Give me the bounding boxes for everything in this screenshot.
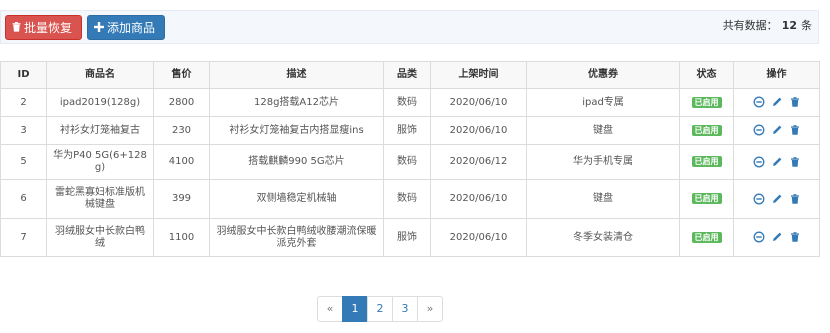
cell-category: 数码 xyxy=(383,88,431,117)
cell-coupon: 冬季女装清仓 xyxy=(526,218,680,257)
batch-restore-button[interactable]: 批量恢复 xyxy=(5,15,82,40)
cell-price: 399 xyxy=(153,179,210,219)
cell-id: 5 xyxy=(0,144,47,180)
cell-coupon: 键盘 xyxy=(526,179,680,219)
cell-category: 服饰 xyxy=(383,116,431,145)
cell-name: 羽绒服女中长款白鸭绒 xyxy=(46,218,154,257)
add-product-button[interactable]: 添加商品 xyxy=(87,15,165,40)
cell-id: 6 xyxy=(0,179,47,219)
delete-trash-icon[interactable] xyxy=(789,96,801,108)
cell-name: 衬衫女灯笼袖复古 xyxy=(46,116,154,145)
toolbar: 批量恢复 添加商品 共有数据： 12 条 xyxy=(0,10,819,44)
cell-status: 已启用 xyxy=(679,88,734,117)
table-row: 2 ipad2019(128g) 2800 128g搭载A12芯片 数码 2020/06/… xyxy=(0,88,820,117)
column-header-status: 状态 xyxy=(679,61,734,89)
cell-description: 衬衫女灯笼袖复古内搭显瘦ins xyxy=(209,116,384,145)
cell-price: 1100 xyxy=(153,218,210,257)
table-row: 3 衬衫女灯笼袖复古 230 衬衫女灯笼袖复古内搭显瘦ins 服饰 2020/06/10 键… xyxy=(0,116,820,145)
disable-icon[interactable] xyxy=(753,193,765,205)
table-row: 7 羽绒服女中长款白鸭绒 1100 羽绒服女中长款白鸭绒收腰潮流保暖派克外套 服饰 202… xyxy=(0,218,820,257)
pagination: « 1 2 3 » xyxy=(317,296,443,322)
cell-coupon: ipad专属 xyxy=(526,88,680,117)
edit-pencil-icon[interactable] xyxy=(771,193,783,205)
cell-price: 230 xyxy=(153,116,210,145)
table-row: 5 华为P40 5G(6+128g) 4100 搭载麒麟990 5G芯片 数码 2020/… xyxy=(0,144,820,180)
column-header-date: 上架时间 xyxy=(430,61,527,89)
edit-pencil-icon[interactable] xyxy=(771,124,783,136)
cell-actions xyxy=(733,116,820,145)
cell-category: 数码 xyxy=(383,179,431,219)
disable-icon[interactable] xyxy=(753,124,765,136)
add-product-label: 添加商品 xyxy=(107,21,156,35)
cell-description: 羽绒服女中长款白鸭绒收腰潮流保暖派克外套 xyxy=(209,218,384,257)
cell-status: 已启用 xyxy=(679,218,734,257)
cell-category: 服饰 xyxy=(383,218,431,257)
pagination-page-3[interactable]: 3 xyxy=(392,296,418,322)
cell-date: 2020/06/10 xyxy=(430,218,527,257)
trash-icon xyxy=(12,16,21,41)
column-header-actions: 操作 xyxy=(733,61,820,89)
cell-id: 7 xyxy=(0,218,47,257)
batch-restore-label: 批量恢复 xyxy=(24,21,73,35)
table-row: 6 雷蛇黑寡妇标准版机械键盘 399 双侧墙稳定机械轴 数码 2020/06/10 键盘 已启… xyxy=(0,179,820,219)
cell-category: 数码 xyxy=(383,144,431,180)
cell-actions xyxy=(733,88,820,117)
pagination-page-2[interactable]: 2 xyxy=(367,296,393,322)
cell-actions xyxy=(733,218,820,257)
status-badge: 已启用 xyxy=(691,231,722,243)
cell-price: 2800 xyxy=(153,88,210,117)
cell-date: 2020/06/10 xyxy=(430,179,527,219)
cell-actions xyxy=(733,144,820,180)
column-header-description: 描述 xyxy=(209,61,384,89)
cell-date: 2020/06/10 xyxy=(430,88,527,117)
edit-pencil-icon[interactable] xyxy=(771,96,783,108)
disable-icon[interactable] xyxy=(753,96,765,108)
cell-coupon: 键盘 xyxy=(526,116,680,145)
edit-pencil-icon[interactable] xyxy=(771,156,783,168)
status-badge: 已启用 xyxy=(691,96,722,108)
status-badge: 已启用 xyxy=(691,156,722,167)
cell-price: 4100 xyxy=(153,144,210,180)
cell-name: 华为P40 5G(6+128g) xyxy=(46,144,154,180)
cell-name: 雷蛇黑寡妇标准版机械键盘 xyxy=(46,179,154,219)
column-header-id: ID xyxy=(0,61,47,89)
cell-id: 2 xyxy=(0,88,47,117)
total-count: 共有数据： 12 条 xyxy=(722,19,812,32)
cell-coupon: 华为手机专属 xyxy=(526,144,680,180)
delete-trash-icon[interactable] xyxy=(789,193,801,205)
column-header-price: 售价 xyxy=(153,61,210,89)
cell-description: 双侧墙稳定机械轴 xyxy=(209,179,384,219)
disable-icon[interactable] xyxy=(753,156,765,168)
cell-description: 搭载麒麟990 5G芯片 xyxy=(209,144,384,180)
cell-date: 2020/06/12 xyxy=(430,144,527,180)
product-table: ID 商品名 售价 描述 品类 上架时间 优惠券 状态 操作 2 ipad2019… xyxy=(0,61,820,257)
plus-icon xyxy=(94,16,104,41)
delete-trash-icon[interactable] xyxy=(789,231,801,243)
cell-actions xyxy=(733,179,820,219)
total-count-number: 12 xyxy=(781,19,797,32)
disable-icon[interactable] xyxy=(753,231,765,243)
status-badge: 已启用 xyxy=(691,124,722,136)
cell-id: 3 xyxy=(0,116,47,145)
delete-trash-icon[interactable] xyxy=(789,156,801,168)
edit-pencil-icon[interactable] xyxy=(771,231,783,243)
column-header-coupon: 优惠券 xyxy=(526,61,680,89)
cell-description: 128g搭载A12芯片 xyxy=(209,88,384,117)
column-header-category: 品类 xyxy=(383,61,431,89)
pagination-next[interactable]: » xyxy=(417,296,443,322)
table-header-row: ID 商品名 售价 描述 品类 上架时间 优惠券 状态 操作 xyxy=(0,61,820,89)
pagination-prev[interactable]: « xyxy=(317,296,343,322)
cell-name: ipad2019(128g) xyxy=(46,88,154,117)
status-badge: 已启用 xyxy=(691,193,722,204)
column-header-name: 商品名 xyxy=(46,61,154,89)
delete-trash-icon[interactable] xyxy=(789,124,801,136)
pagination-page-1[interactable]: 1 xyxy=(342,296,368,322)
cell-status: 已启用 xyxy=(679,116,734,145)
cell-status: 已启用 xyxy=(679,179,734,219)
cell-date: 2020/06/10 xyxy=(430,116,527,145)
cell-status: 已启用 xyxy=(679,144,734,180)
